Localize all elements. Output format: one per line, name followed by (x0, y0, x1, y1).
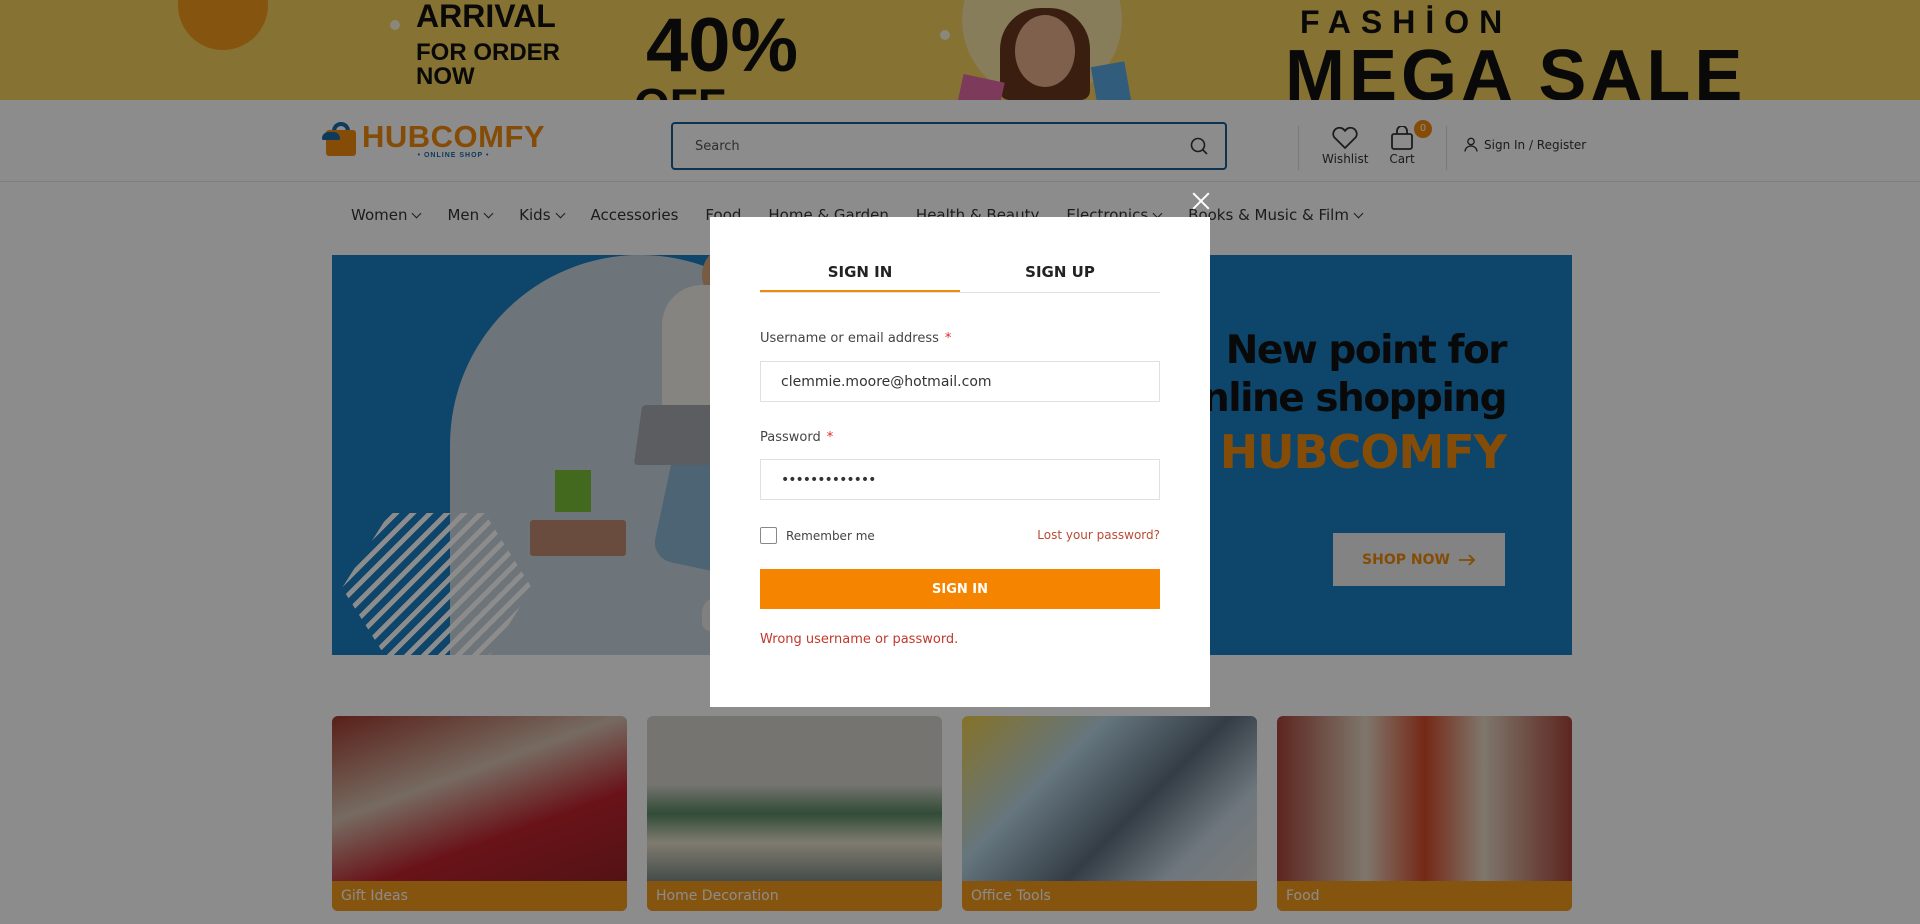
error-message: Wrong username or password. (760, 632, 959, 647)
signin-modal: SIGN IN SIGN UP Username or email addres… (710, 217, 1210, 707)
tab-signin[interactable]: SIGN IN (760, 259, 960, 292)
lost-password-link[interactable]: Lost your password? (1037, 528, 1160, 542)
password-label-text: Password (760, 430, 821, 445)
signin-submit-button[interactable]: SIGN IN (760, 569, 1160, 609)
close-icon[interactable] (1190, 190, 1212, 212)
tab-signup[interactable]: SIGN UP (960, 259, 1160, 292)
username-field[interactable] (760, 361, 1160, 402)
username-label-text: Username or email address (760, 331, 939, 346)
remember-label: Remember me (786, 528, 875, 543)
remember-me[interactable]: Remember me (760, 527, 875, 544)
required-mark: * (944, 331, 952, 346)
required-mark: * (826, 430, 834, 445)
auth-tabs: SIGN IN SIGN UP (760, 259, 1160, 293)
remember-checkbox[interactable] (760, 527, 777, 544)
password-field[interactable] (760, 459, 1160, 500)
password-label: Password * (760, 430, 833, 445)
username-label: Username or email address * (760, 331, 951, 346)
